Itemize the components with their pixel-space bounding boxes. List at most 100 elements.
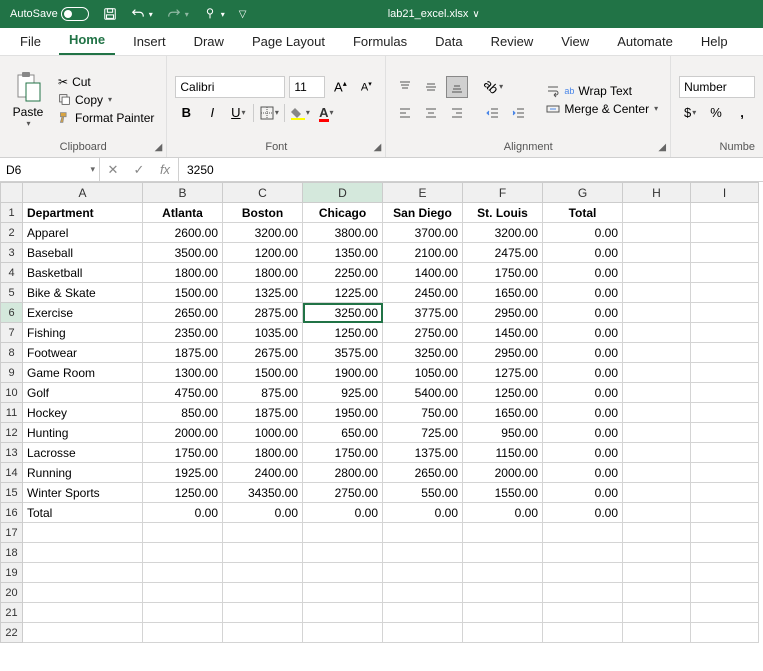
- cell[interactable]: 1925.00: [143, 463, 223, 483]
- cell[interactable]: Exercise: [23, 303, 143, 323]
- cell[interactable]: [691, 363, 759, 383]
- tab-review[interactable]: Review: [481, 30, 544, 55]
- cell[interactable]: Lacrosse: [23, 443, 143, 463]
- cell[interactable]: [691, 543, 759, 563]
- tab-automate[interactable]: Automate: [607, 30, 683, 55]
- cell[interactable]: 2650.00: [383, 463, 463, 483]
- cell[interactable]: 0.00: [543, 323, 623, 343]
- cell[interactable]: Baseball: [23, 243, 143, 263]
- cell[interactable]: [623, 363, 691, 383]
- cell[interactable]: [463, 603, 543, 623]
- font-color-button[interactable]: A▾: [315, 102, 337, 124]
- cell[interactable]: 2600.00: [143, 223, 223, 243]
- cell[interactable]: 3800.00: [303, 223, 383, 243]
- cell[interactable]: 0.00: [543, 343, 623, 363]
- cell[interactable]: [303, 603, 383, 623]
- tab-insert[interactable]: Insert: [123, 30, 176, 55]
- align-center-button[interactable]: [420, 102, 442, 124]
- cell[interactable]: [691, 623, 759, 643]
- cell[interactable]: [691, 223, 759, 243]
- cell[interactable]: [691, 343, 759, 363]
- cell[interactable]: 34350.00: [223, 483, 303, 503]
- cell[interactable]: Game Room: [23, 363, 143, 383]
- row-header-6[interactable]: 6: [1, 303, 23, 323]
- cell[interactable]: [23, 583, 143, 603]
- cell[interactable]: 0.00: [543, 263, 623, 283]
- undo-button[interactable]: ▾: [127, 5, 157, 23]
- cell[interactable]: [623, 203, 691, 223]
- row-header-21[interactable]: 21: [1, 603, 23, 623]
- cell[interactable]: [691, 563, 759, 583]
- cell[interactable]: 1800.00: [223, 443, 303, 463]
- cell[interactable]: Footwear: [23, 343, 143, 363]
- row-header-14[interactable]: 14: [1, 463, 23, 483]
- save-button[interactable]: [99, 5, 121, 23]
- autosave-toggle[interactable]: AutoSave: [6, 5, 93, 23]
- cell[interactable]: [623, 323, 691, 343]
- cell[interactable]: 1250.00: [303, 323, 383, 343]
- cell[interactable]: 850.00: [143, 403, 223, 423]
- cell[interactable]: [143, 563, 223, 583]
- cell[interactable]: [543, 583, 623, 603]
- cell[interactable]: [691, 523, 759, 543]
- align-bottom-button[interactable]: [446, 76, 468, 98]
- tab-help[interactable]: Help: [691, 30, 738, 55]
- cell[interactable]: 2475.00: [463, 243, 543, 263]
- cell[interactable]: Apparel: [23, 223, 143, 243]
- cell[interactable]: 1300.00: [143, 363, 223, 383]
- increase-font-button[interactable]: A▴: [329, 76, 351, 98]
- cell[interactable]: [143, 623, 223, 643]
- cell[interactable]: [463, 583, 543, 603]
- cell[interactable]: [143, 603, 223, 623]
- col-header-F[interactable]: F: [463, 183, 543, 203]
- col-header-E[interactable]: E: [383, 183, 463, 203]
- align-middle-button[interactable]: [420, 76, 442, 98]
- cell[interactable]: [623, 283, 691, 303]
- cell[interactable]: 1225.00: [303, 283, 383, 303]
- row-header-16[interactable]: 16: [1, 503, 23, 523]
- cell[interactable]: 950.00: [463, 423, 543, 443]
- cell[interactable]: 1800.00: [143, 263, 223, 283]
- cell[interactable]: [303, 623, 383, 643]
- cell[interactable]: 3575.00: [303, 343, 383, 363]
- spreadsheet-grid[interactable]: ABCDEFGHI1DepartmentAtlantaBostonChicago…: [0, 182, 763, 671]
- cell[interactable]: 1650.00: [463, 283, 543, 303]
- cell[interactable]: 0.00: [383, 503, 463, 523]
- cell[interactable]: [623, 403, 691, 423]
- row-header-15[interactable]: 15: [1, 483, 23, 503]
- paste-button[interactable]: Paste ▾: [8, 60, 48, 139]
- cell[interactable]: St. Louis: [463, 203, 543, 223]
- cell[interactable]: [623, 423, 691, 443]
- tab-view[interactable]: View: [551, 30, 599, 55]
- filename[interactable]: lab21_excel.xlsx ∨: [250, 8, 617, 20]
- cell[interactable]: 3775.00: [383, 303, 463, 323]
- row-header-4[interactable]: 4: [1, 263, 23, 283]
- cell[interactable]: Atlanta: [143, 203, 223, 223]
- cell[interactable]: [23, 563, 143, 583]
- cell[interactable]: 5400.00: [383, 383, 463, 403]
- cell[interactable]: [23, 543, 143, 563]
- cell[interactable]: 1750.00: [143, 443, 223, 463]
- cell[interactable]: 2650.00: [143, 303, 223, 323]
- cell[interactable]: [303, 583, 383, 603]
- fill-color-button[interactable]: ▾: [289, 102, 311, 124]
- cell[interactable]: 0.00: [143, 503, 223, 523]
- col-header-I[interactable]: I: [691, 183, 759, 203]
- cell[interactable]: [543, 603, 623, 623]
- cell[interactable]: 875.00: [223, 383, 303, 403]
- format-painter-button[interactable]: Format Painter: [54, 110, 158, 126]
- cell[interactable]: 1450.00: [463, 323, 543, 343]
- cell[interactable]: [543, 523, 623, 543]
- cell[interactable]: [691, 463, 759, 483]
- row-header-19[interactable]: 19: [1, 563, 23, 583]
- row-header-22[interactable]: 22: [1, 623, 23, 643]
- cell[interactable]: [383, 623, 463, 643]
- row-header-12[interactable]: 12: [1, 423, 23, 443]
- cell[interactable]: 1400.00: [383, 263, 463, 283]
- decrease-indent-button[interactable]: [482, 102, 504, 124]
- row-header-9[interactable]: 9: [1, 363, 23, 383]
- cell[interactable]: Golf: [23, 383, 143, 403]
- cell[interactable]: [303, 563, 383, 583]
- qat-more-button[interactable]: ▾: [199, 5, 229, 23]
- cell[interactable]: [691, 583, 759, 603]
